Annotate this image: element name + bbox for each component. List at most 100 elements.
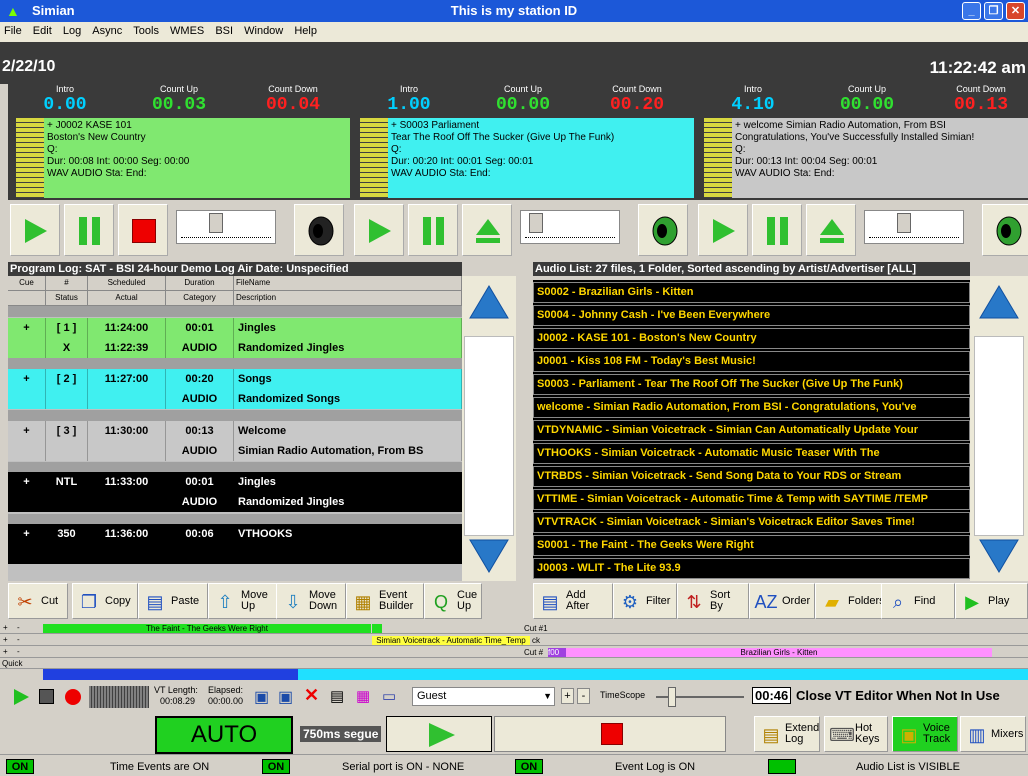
deck-info[interactable]: + J0002 KASE 101 Boston's New Country Q: Du… bbox=[44, 118, 350, 198]
hot-keys-button[interactable]: ⌨ Hot Keys bbox=[824, 716, 888, 752]
auto-stop-button[interactable] bbox=[494, 716, 726, 752]
timescope-minus[interactable]: - bbox=[577, 688, 590, 704]
menu-help[interactable]: Help bbox=[290, 22, 321, 40]
table-row[interactable]: +[ 3 ] 11:30:00 00:13 Welcome bbox=[8, 421, 462, 441]
deck-eject-button[interactable] bbox=[806, 204, 856, 256]
deck-speaker-button[interactable] bbox=[638, 204, 688, 256]
deck-info[interactable]: + welcome Simian Radio Automation, From … bbox=[732, 118, 1028, 198]
auto-mode-button[interactable]: AUTO bbox=[155, 716, 293, 754]
audio-scroll-up-arrow-icon[interactable] bbox=[978, 284, 1020, 320]
timescope-plus[interactable]: + bbox=[561, 688, 574, 704]
col-status[interactable]: Status bbox=[46, 291, 88, 306]
slider-knob[interactable] bbox=[897, 213, 911, 233]
copy-button[interactable]: ❐ Copy bbox=[72, 583, 138, 619]
list-item[interactable]: J0001 - Kiss 108 FM - Today's Best Music… bbox=[533, 351, 970, 372]
track2-bar[interactable]: Simian Voicetrack - Automatic Time_Temp bbox=[372, 636, 530, 645]
clipboard-icon[interactable]: ▤ bbox=[330, 687, 344, 705]
table-row-detail[interactable]: AUDIO Randomized Songs bbox=[8, 389, 462, 409]
extend-log-button[interactable]: ▤ Extend Log bbox=[754, 716, 820, 752]
deck-speaker-button[interactable] bbox=[982, 204, 1028, 256]
voice-track-button[interactable]: ▣ Voice Track bbox=[892, 716, 958, 752]
table-row[interactable]: +350 11:36:00 00:06 VTHOOKS bbox=[8, 524, 462, 544]
deck-play-button[interactable] bbox=[10, 204, 60, 256]
deck-pause-button[interactable] bbox=[64, 204, 114, 256]
col-duration[interactable]: Duration bbox=[166, 276, 234, 291]
deck-speaker-button[interactable] bbox=[294, 204, 344, 256]
list-item[interactable]: welcome - Simian Radio Automation, From … bbox=[533, 397, 970, 418]
menu-file[interactable]: File bbox=[0, 22, 26, 40]
deck-play-button[interactable] bbox=[698, 204, 748, 256]
table-row-detail[interactable] bbox=[8, 544, 462, 564]
save-as-icon[interactable]: ▣ bbox=[278, 687, 293, 707]
track2-minus[interactable]: - bbox=[17, 635, 20, 644]
list-item[interactable]: S0002 - Brazilian Girls - Kitten bbox=[533, 282, 970, 303]
table-row-detail[interactable]: AUDIO Simian Radio Automation, From BS bbox=[8, 441, 462, 461]
deck-stop-button[interactable] bbox=[118, 204, 168, 256]
cue-up-button[interactable]: Q Cue Up bbox=[424, 583, 482, 619]
audio-scroll-thumb[interactable] bbox=[974, 336, 1024, 536]
user-select[interactable]: Guest ▼ bbox=[412, 687, 555, 706]
move-down-button[interactable]: ⇩ Move Down bbox=[276, 583, 346, 619]
menu-bsi[interactable]: BSI bbox=[211, 22, 237, 40]
filter-button[interactable]: ⚙ Filter bbox=[613, 583, 677, 619]
menu-async[interactable]: Async bbox=[88, 22, 126, 40]
track3-bar[interactable]: Brazilian Girls - Kitten bbox=[566, 648, 992, 657]
log-scroll-thumb[interactable] bbox=[464, 336, 514, 536]
table-row[interactable]: +[ 1 ] 11:24:00 00:01 Jingles bbox=[8, 318, 462, 338]
vt-play-icon[interactable] bbox=[12, 688, 30, 706]
track1-minus[interactable]: - bbox=[17, 623, 20, 632]
minimize-button[interactable]: _ bbox=[962, 2, 981, 20]
audio-scrollbar[interactable] bbox=[970, 276, 1028, 581]
paste-button[interactable]: ▤ Paste bbox=[138, 583, 208, 619]
slider-knob[interactable] bbox=[209, 213, 223, 233]
table-row[interactable]: +[ 2 ] 11:27:00 00:20 Songs bbox=[8, 369, 462, 389]
menu-tools[interactable]: Tools bbox=[129, 22, 163, 40]
audio-scroll-down-arrow-icon[interactable] bbox=[978, 538, 1020, 574]
add-after-button[interactable]: ▤ Add After bbox=[533, 583, 613, 619]
deck-volume-slider[interactable] bbox=[864, 210, 964, 244]
slider-knob[interactable] bbox=[529, 213, 543, 233]
menu-wmes[interactable]: WMES bbox=[166, 22, 208, 40]
chevron-down-icon[interactable]: ▼ bbox=[543, 688, 552, 705]
menu-edit[interactable]: Edit bbox=[29, 22, 56, 40]
event-builder-button[interactable]: ▦ Event Builder bbox=[346, 583, 424, 619]
list-item[interactable]: VTRBDS - Simian Voicetrack - Send Song D… bbox=[533, 466, 970, 487]
folders-button[interactable]: ▰ Folders bbox=[815, 583, 885, 619]
timescope-knob[interactable] bbox=[668, 687, 676, 707]
move-up-button[interactable]: ⇧ Move Up bbox=[208, 583, 278, 619]
menu-window[interactable]: Window bbox=[240, 22, 287, 40]
track2-plus[interactable]: + bbox=[3, 635, 8, 644]
table-row-detail[interactable]: X 11:22:39 AUDIO Randomized Jingles bbox=[8, 338, 462, 358]
audio-list[interactable]: S0002 - Brazilian Girls - Kitten S0004 - … bbox=[533, 280, 970, 579]
col-actual[interactable]: Actual bbox=[88, 291, 166, 306]
col-filename[interactable]: FileName bbox=[234, 276, 462, 291]
order-button[interactable]: AZ Order bbox=[749, 583, 815, 619]
deck-pause-button[interactable] bbox=[408, 204, 458, 256]
sort-by-button[interactable]: ⇅ Sort By bbox=[677, 583, 749, 619]
list-item[interactable]: S0003 - Parliament - Tear The Roof Off T… bbox=[533, 374, 970, 395]
delete-icon[interactable]: ✕ bbox=[304, 685, 319, 706]
program-log-grid[interactable]: Cue # Scheduled Duration FileName Status… bbox=[8, 276, 462, 581]
vt-record-icon[interactable] bbox=[65, 689, 81, 705]
track3-plus[interactable]: + bbox=[3, 647, 8, 656]
list-item[interactable]: VTVTRACK - Simian Voicetrack - Simian's … bbox=[533, 512, 970, 533]
save-icon[interactable]: ▣ bbox=[254, 687, 269, 707]
table-row[interactable]: + NTL 11:33:00 00:01 Jingles bbox=[8, 472, 462, 492]
close-button[interactable]: ✕ bbox=[1006, 2, 1025, 20]
log-scrollbar[interactable] bbox=[462, 276, 516, 581]
list-item[interactable]: J0003 - WLIT - The Lite 93.9 bbox=[533, 558, 970, 579]
list-item[interactable]: VTDYNAMIC - Simian Voicetrack - Simian C… bbox=[533, 420, 970, 441]
deck-pause-button[interactable] bbox=[752, 204, 802, 256]
quick-progress-bar[interactable] bbox=[43, 669, 1028, 680]
color-icon[interactable]: ▦ bbox=[356, 687, 370, 705]
scroll-down-arrow-icon[interactable] bbox=[468, 538, 510, 574]
col-num[interactable]: # bbox=[46, 276, 88, 291]
list-item[interactable]: S0001 - The Faint - The Geeks Were Right bbox=[533, 535, 970, 556]
cut-button[interactable]: ✂ Cut bbox=[8, 583, 68, 619]
scroll-up-arrow-icon[interactable] bbox=[468, 284, 510, 320]
col-cue[interactable]: Cue bbox=[8, 276, 46, 291]
vt-stop-icon[interactable] bbox=[39, 689, 54, 704]
mixers-button[interactable]: ▥ Mixers bbox=[960, 716, 1026, 752]
col-description[interactable]: Description bbox=[234, 291, 462, 306]
menu-log[interactable]: Log bbox=[59, 22, 85, 40]
